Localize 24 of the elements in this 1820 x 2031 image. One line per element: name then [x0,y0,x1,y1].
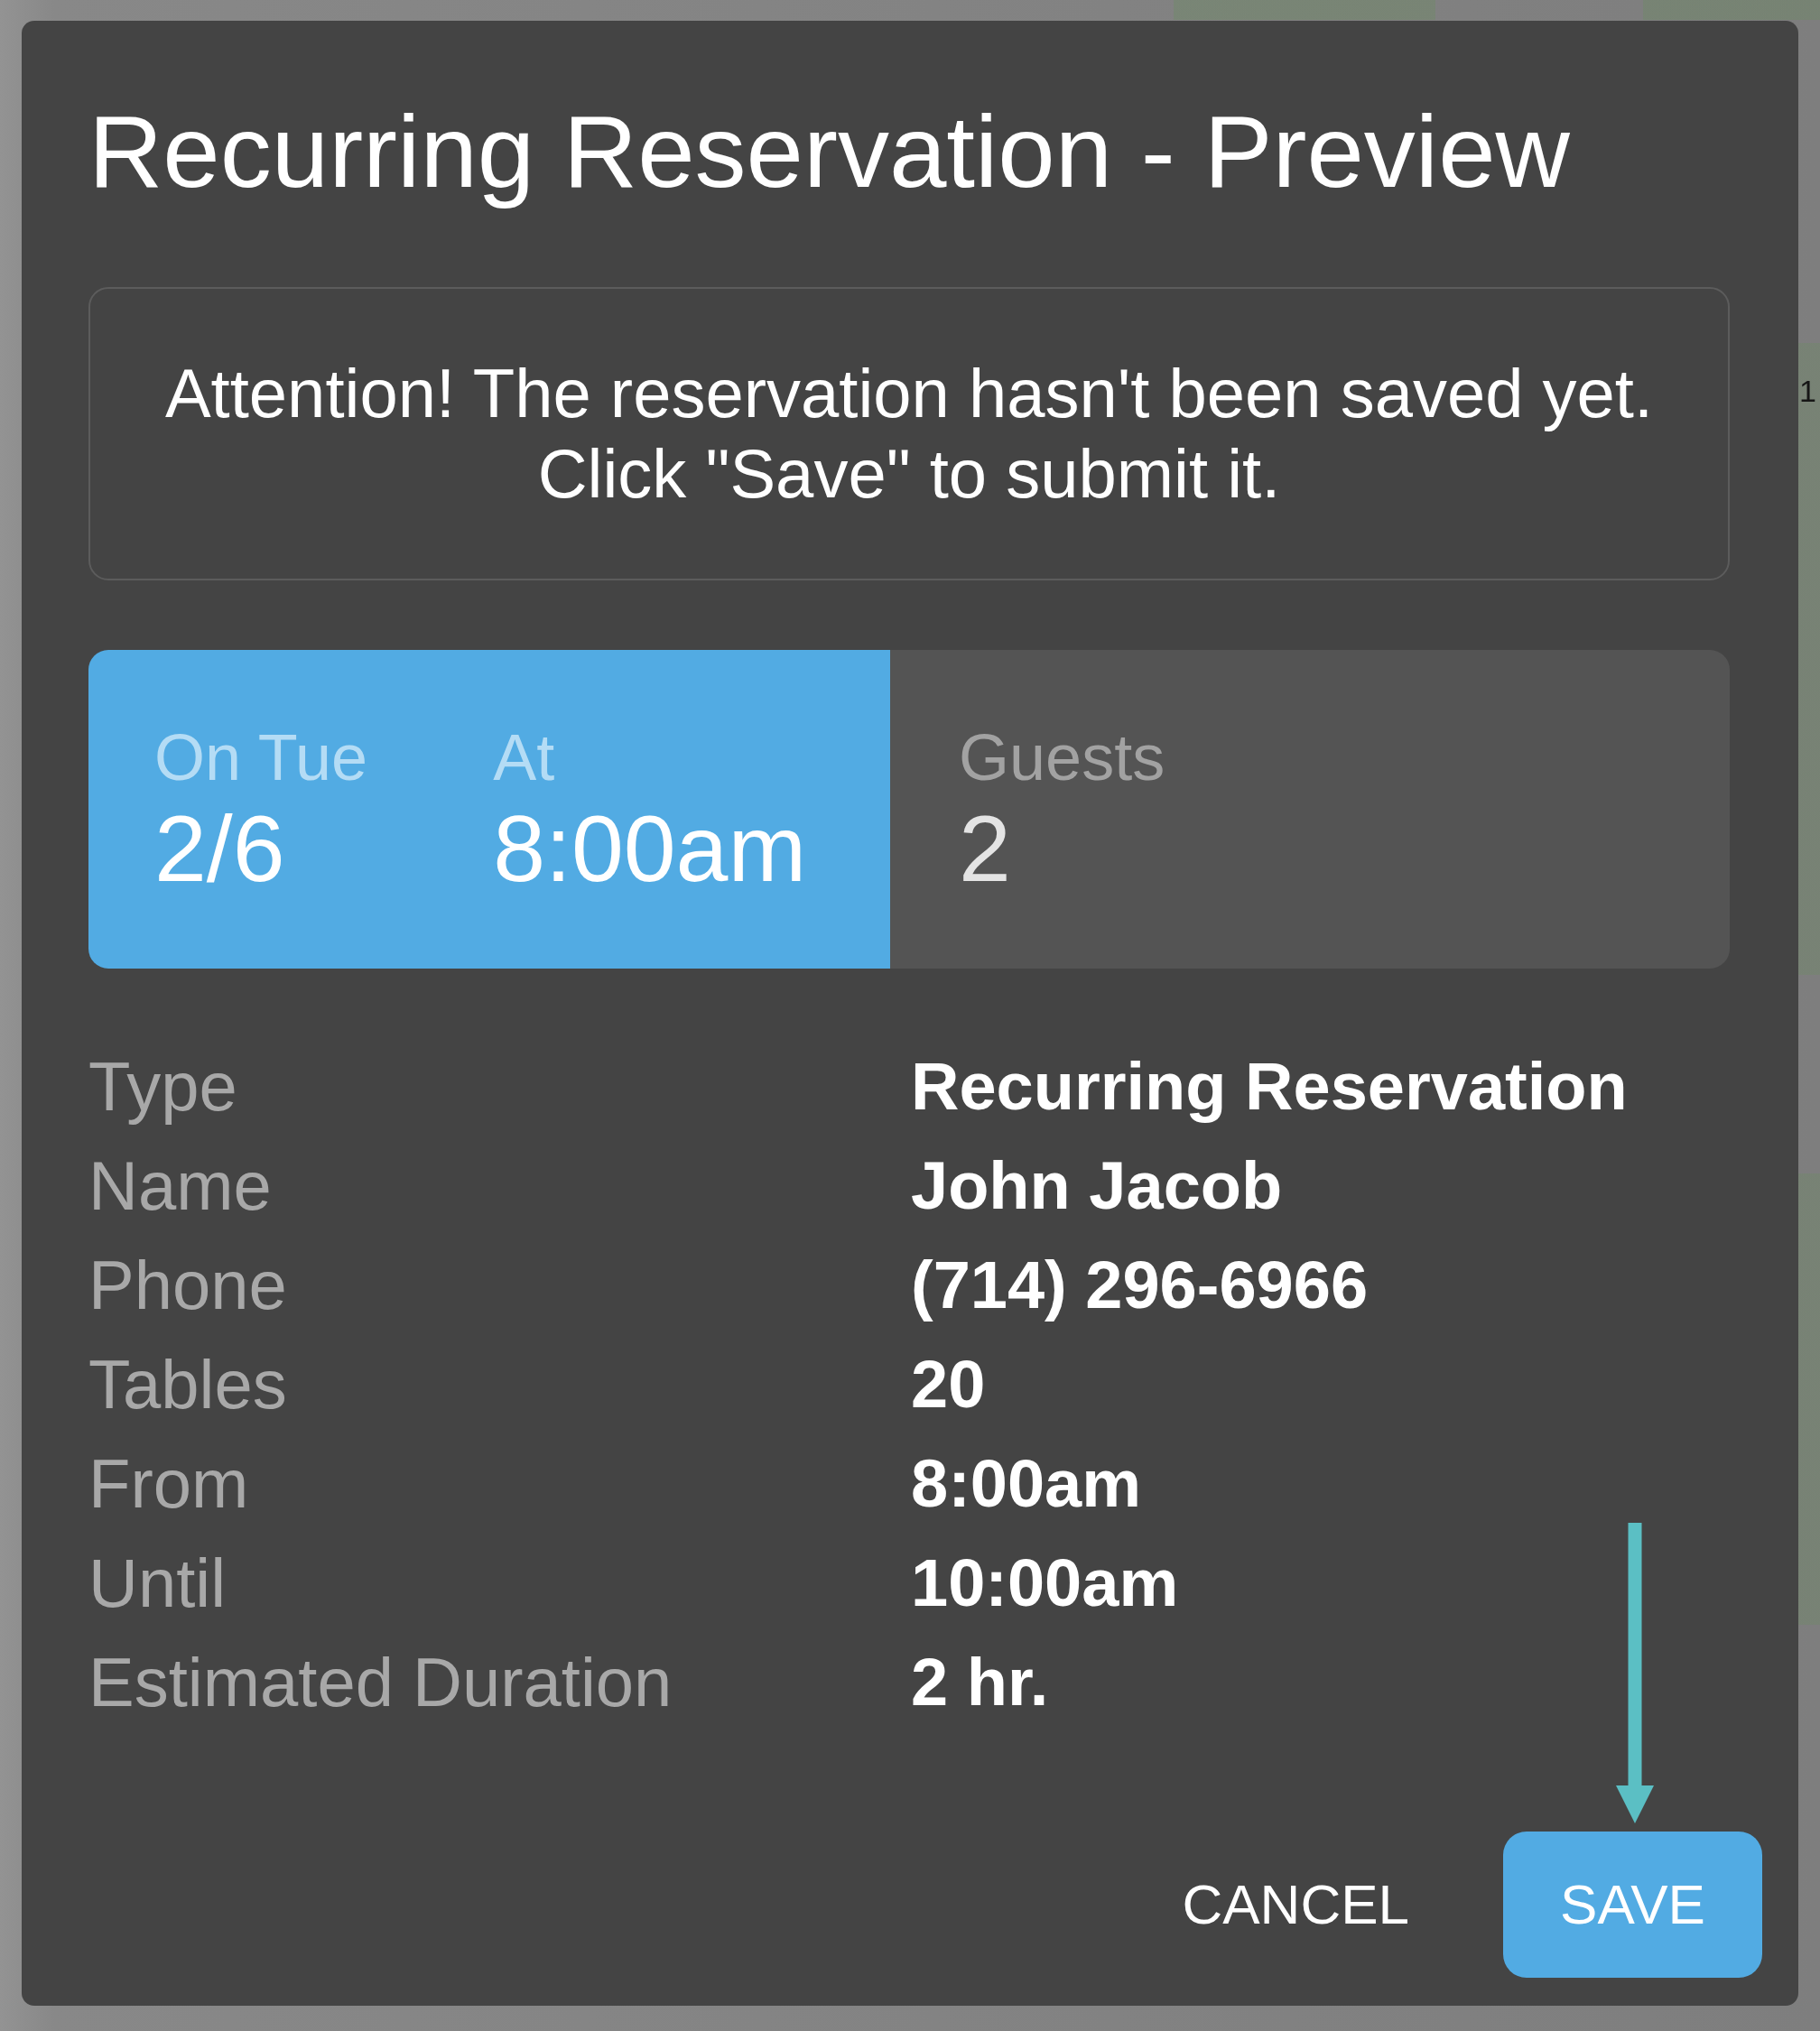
summary-value: 2 [959,796,1012,900]
summary-value: 2/6 [154,796,286,900]
summary-label: On Tue [154,719,368,795]
detail-label: Tables [88,1344,288,1424]
notice-text: Attention! The reservation hasn't been saved yet. Click "Save" to submit it. [164,354,1654,515]
summary-value: 8:00am [493,796,807,900]
summary-label: At [493,719,556,795]
summary-label: Guests [959,719,1165,795]
dialog-title: Recurring Reservation - Preview [88,93,1571,210]
backdrop-text: 1 [1799,376,1816,406]
detail-value: 10:00am [911,1544,1179,1622]
detail-value: Recurring Reservation [911,1047,1628,1126]
cancel-button[interactable]: CANCEL [1156,1831,1435,1978]
detail-label: Phone [88,1245,288,1325]
detail-value: (714) 296-6966 [911,1246,1369,1324]
detail-value: 20 [911,1345,986,1424]
detail-value: John Jacob [911,1146,1283,1225]
detail-label: Estimated Duration [88,1642,673,1722]
detail-value: 2 hr. [911,1643,1049,1721]
detail-value: 8:00am [911,1444,1142,1523]
detail-label: Until [88,1543,228,1623]
detail-label: Type [88,1046,238,1127]
detail-label: From [88,1443,250,1524]
detail-label: Name [88,1145,273,1226]
